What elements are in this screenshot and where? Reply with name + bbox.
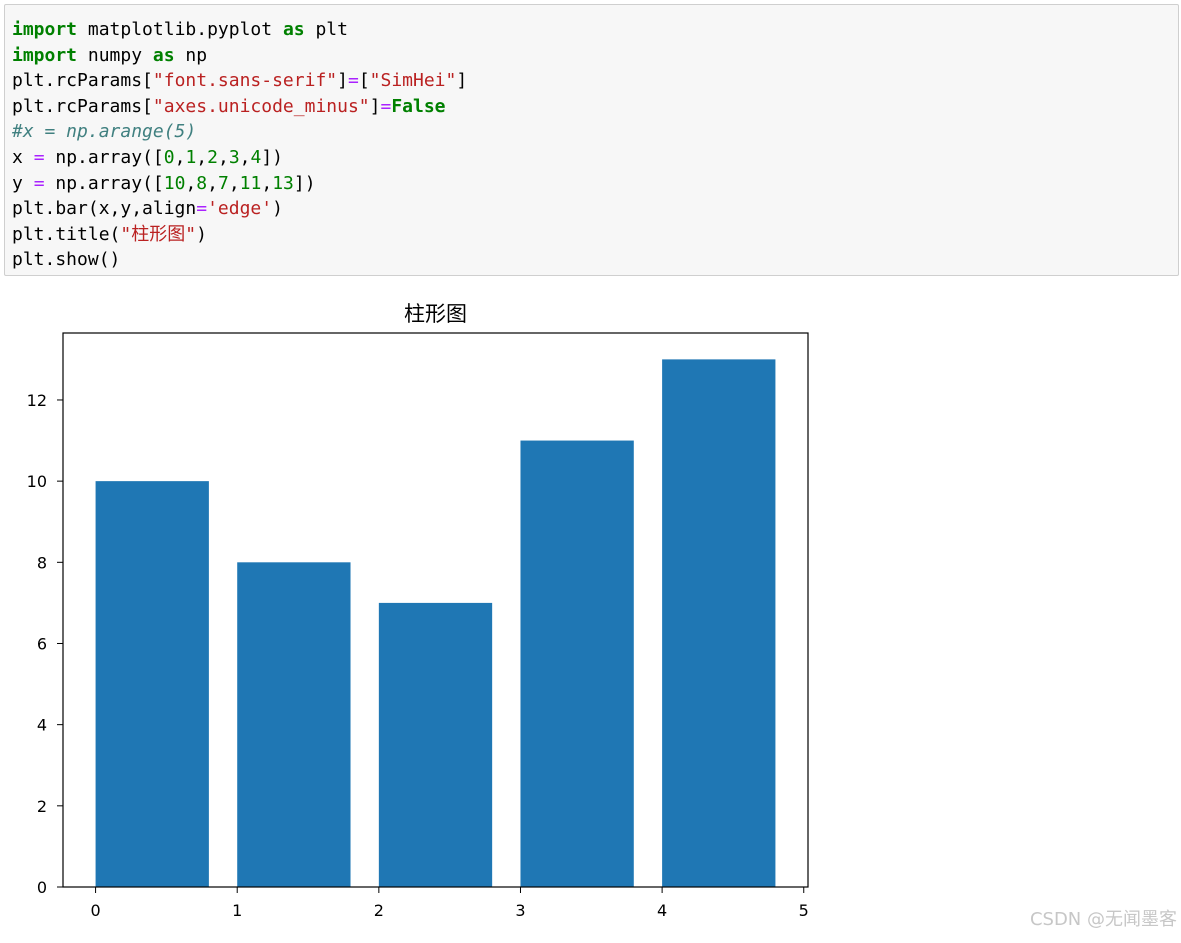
- code-token: ,: [196, 146, 208, 168]
- code-token: plt.bar(x,y,align: [12, 198, 197, 220]
- y-tick-label: 12: [27, 391, 47, 410]
- y-tick-label: 4: [37, 716, 47, 735]
- code-token: x: [12, 146, 34, 168]
- code-line: plt.title("柱形图"): [12, 222, 467, 248]
- code-token: plt.rcParams[: [12, 95, 153, 117]
- output-area: 0 1 2 3 4 5 0 2 4 6 8 10 12 柱形图: [0, 286, 900, 939]
- code-line: y = np.array([10,8,7,11,13]): [12, 171, 467, 197]
- bar: [520, 440, 634, 887]
- code-token: "axes.unicode_minus": [152, 95, 370, 117]
- code-token: 13: [272, 172, 294, 194]
- x-tick-label: 1: [232, 901, 242, 920]
- y-tick-label: 8: [37, 553, 47, 572]
- code-token: 3: [228, 146, 240, 168]
- code-line: plt.bar(x,y,align='edge'): [12, 196, 467, 222]
- code-token: 7: [217, 172, 229, 194]
- code-token: numpy: [77, 44, 153, 66]
- code-token: 1: [185, 146, 197, 168]
- y-tick-label: 10: [27, 472, 47, 491]
- code-token: 0: [163, 146, 175, 168]
- code-token: y: [12, 172, 34, 194]
- code-token: 4: [250, 146, 262, 168]
- y-tick-label: 6: [37, 634, 47, 653]
- code-token: ,: [261, 172, 273, 194]
- code-token: =: [196, 198, 208, 220]
- code-token: 8: [196, 172, 208, 194]
- code-token: matplotlib.pyplot: [77, 19, 283, 40]
- code-token: np: [174, 44, 208, 66]
- code-token: np.array([: [44, 172, 164, 194]
- code-token: ,: [185, 172, 197, 194]
- code-token: plt: [304, 19, 348, 40]
- code-token: ]): [261, 146, 284, 168]
- code-line: plt.rcParams["font.sans-serif"]=["SimHei…: [12, 68, 467, 94]
- x-tick-label: 3: [515, 901, 525, 920]
- code-token: 11: [239, 172, 262, 194]
- code-token: =: [33, 172, 45, 194]
- code-token: =: [33, 146, 45, 168]
- code-token: "SimHei": [369, 70, 457, 92]
- bar: [378, 602, 493, 887]
- code-token: ]): [293, 172, 316, 194]
- code-token: np.array([: [44, 146, 164, 168]
- code-line: import matplotlib.pyplot as plt: [12, 17, 467, 43]
- chart-title: 柱形图: [404, 302, 467, 326]
- watermark: CSDN @无闻墨客: [1029, 909, 1177, 930]
- code-token: ): [272, 198, 283, 220]
- code-token: ,: [239, 146, 251, 168]
- code-token: ]: [337, 70, 348, 92]
- code-token: [: [358, 70, 370, 92]
- code-token: 10: [163, 172, 186, 194]
- code-token: ]: [456, 70, 468, 92]
- x-tick-label: 0: [90, 901, 100, 920]
- code-token: as: [282, 19, 305, 40]
- code-line: x = np.array([0,1,2,3,4]): [12, 145, 467, 171]
- code-token: ,: [174, 146, 186, 168]
- code-token: #x = np.arange(5): [12, 121, 197, 143]
- bar: [237, 562, 351, 887]
- code-token: plt.title(: [12, 223, 121, 245]
- x-tick-label: 2: [374, 901, 384, 920]
- code-token: =: [380, 95, 392, 117]
- code-token: plt.show(): [12, 249, 121, 271]
- code-line: plt.show(): [12, 247, 467, 273]
- bar: [662, 359, 776, 887]
- code-token: False: [391, 95, 446, 117]
- y-tick-label: 0: [37, 878, 47, 897]
- code-token: "柱形图": [120, 223, 197, 245]
- code-token: plt.rcParams[: [12, 70, 153, 92]
- code-line: plt.rcParams["axes.unicode_minus"]=False: [12, 94, 467, 120]
- code-token: 2: [207, 146, 218, 168]
- x-tick-label: 5: [799, 901, 809, 920]
- code-token: ]: [369, 95, 381, 117]
- code-editor[interactable]: import matplotlib.pyplot as plt import nu…: [12, 17, 467, 273]
- code-cell[interactable]: import matplotlib.pyplot as plt import nu…: [4, 4, 1179, 276]
- code-token: ,: [217, 146, 229, 168]
- code-line: #x = np.arange(5): [12, 119, 467, 145]
- code-token: 'edge': [207, 198, 273, 220]
- code-token: import: [12, 44, 78, 66]
- code-token: =: [347, 70, 359, 92]
- code-token: "font.sans-serif": [152, 70, 338, 92]
- code-token: ,: [207, 172, 218, 194]
- y-tick-label: 2: [37, 797, 47, 816]
- code-token: import: [12, 19, 78, 40]
- code-line: import numpy as np: [12, 43, 467, 69]
- bar: [95, 481, 209, 887]
- code-token: ,: [228, 172, 240, 194]
- x-tick-label: 4: [657, 901, 667, 920]
- code-token: ): [196, 223, 207, 245]
- code-token: as: [152, 44, 175, 66]
- bar-chart: 0 1 2 3 4 5024681012柱形图: [27, 302, 809, 920]
